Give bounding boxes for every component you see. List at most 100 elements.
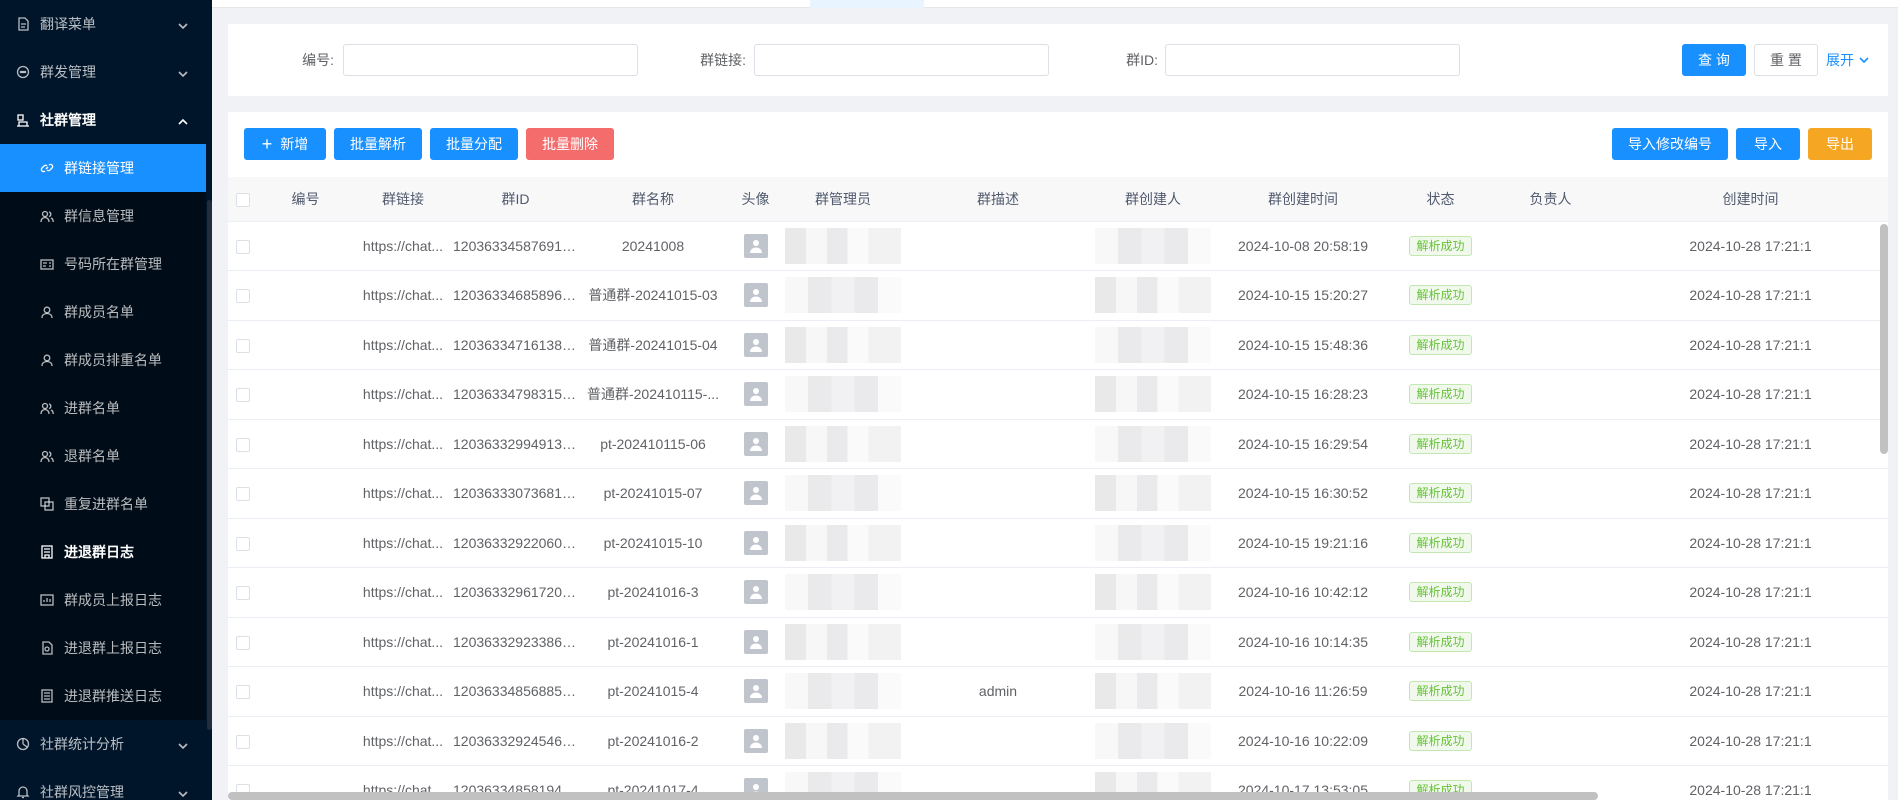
table-row[interactable]: https://chat...1203633458769126502024100… (228, 221, 1888, 271)
import-modify-button[interactable]: 导入修改编号 (1612, 128, 1728, 160)
column-header: 头像 (728, 177, 783, 222)
column-header: 群ID (453, 177, 578, 222)
reset-button[interactable]: 重 置 (1754, 44, 1818, 76)
row-checkbox[interactable] (236, 586, 250, 601)
link-cell[interactable]: https://chat... (353, 369, 453, 420)
active-tab-indicator[interactable] (810, 0, 924, 8)
blurred-admin (785, 277, 901, 314)
table-row[interactable]: https://chat...120363329245469804pt-2024… (228, 716, 1888, 766)
sidebar-group-15[interactable]: 社群统计分析 (0, 720, 206, 768)
table-row[interactable]: https://chat...120363347983157605普通群-202… (228, 369, 1888, 420)
creator-cell (1093, 518, 1213, 568)
link-cell[interactable]: https://chat... (353, 567, 453, 618)
table-row[interactable]: https://chat...120363346858963278普通群-202… (228, 270, 1888, 321)
row-checkbox[interactable] (236, 536, 250, 551)
avatar-cell (728, 567, 783, 618)
row-checkbox[interactable] (236, 289, 250, 304)
table-row[interactable]: https://chat...120363329220606244pt-2024… (228, 518, 1888, 568)
group-id-input[interactable] (1165, 44, 1460, 76)
batch-delete-button[interactable]: 批量删除 (526, 128, 614, 160)
table-row[interactable]: https://chat...120363329949133825pt-2024… (228, 419, 1888, 469)
avatar-cell (728, 468, 783, 519)
row-checkbox[interactable] (236, 388, 250, 403)
table-row[interactable]: https://chat...120363347161389481普通群-202… (228, 320, 1888, 370)
user-icon (40, 353, 54, 367)
sidebar-item-5[interactable]: 号码所在群管理 (0, 240, 206, 288)
table-row[interactable]: https://chat...120363329233867858pt-2024… (228, 617, 1888, 667)
group-id-cell: 120363329220606244 (453, 518, 578, 568)
sidebar-group-1[interactable]: 群发管理 (0, 48, 206, 96)
group-name-cell: 普通群-20241015-04 (578, 320, 728, 370)
link-cell[interactable]: https://chat... (353, 518, 453, 568)
sidebar-item-14[interactable]: 进退群推送日志 (0, 672, 206, 720)
link-cell[interactable]: https://chat... (353, 617, 453, 667)
link-cell[interactable]: https://chat... (353, 716, 453, 766)
sidebar-item-7[interactable]: 群成员排重名单 (0, 336, 206, 384)
table-row[interactable]: https://chat...120363348568851047pt-2024… (228, 666, 1888, 717)
column-header: 创建时间 (1613, 177, 1888, 222)
number-cell (258, 369, 353, 420)
row-checkbox[interactable] (236, 239, 250, 254)
number-input[interactable] (343, 44, 638, 76)
query-button[interactable]: 查 询 (1682, 44, 1746, 76)
export-button[interactable]: 导出 (1808, 128, 1872, 160)
import-button[interactable]: 导入 (1736, 128, 1800, 160)
row-checkbox[interactable] (236, 487, 250, 502)
tab-strip (212, 0, 1898, 8)
blurred-admin (785, 524, 901, 561)
admin-cell (783, 419, 903, 469)
select-all-checkbox[interactable] (236, 192, 250, 207)
sidebar-group-16[interactable]: 社群风控管理 (0, 768, 206, 800)
sidebar-item-11[interactable]: 进退群日志 (0, 528, 206, 576)
admin-cell (783, 567, 903, 618)
blurred-admin (785, 722, 901, 759)
link-input[interactable] (754, 44, 1049, 76)
link-cell[interactable]: https://chat... (353, 221, 453, 271)
sidebar-item-10[interactable]: 重复进群名单 (0, 480, 206, 528)
sidebar-item-13[interactable]: 进退群上报日志 (0, 624, 206, 672)
row-checkbox[interactable] (236, 338, 250, 353)
link-cell[interactable]: https://chat... (353, 666, 453, 717)
batch-assign-button[interactable]: 批量分配 (430, 128, 518, 160)
table-row[interactable]: https://chat...120363329617209621pt-2024… (228, 567, 1888, 618)
create-time-cell: 2024-10-28 17:21:1 (1613, 369, 1888, 420)
group-id-cell: 120363347983157605 (453, 369, 578, 420)
sidebar-scrollbar[interactable] (207, 200, 212, 730)
link-cell[interactable]: https://chat... (353, 468, 453, 519)
creator-cell (1093, 419, 1213, 469)
link-cell[interactable]: https://chat... (353, 419, 453, 469)
stats-icon (16, 737, 30, 751)
table-row[interactable]: https://chat...120363330736814483pt-2024… (228, 468, 1888, 519)
expand-link[interactable]: 展开 (1826, 44, 1870, 76)
sidebar-item-label: 群成员名单 (64, 304, 134, 320)
plus-icon: + (261, 134, 273, 154)
sidebar-item-6[interactable]: 群成员名单 (0, 288, 206, 336)
sidebar-item-8[interactable]: 进群名单 (0, 384, 206, 432)
add-button[interactable]: + 新增 (244, 128, 326, 160)
blurred-admin (785, 623, 901, 660)
sidebar-group-0[interactable]: 翻译菜单 (0, 0, 206, 48)
description-cell (903, 567, 1093, 618)
horizontal-scrollbar[interactable] (228, 792, 1598, 800)
number-label: 编号: (302, 52, 334, 68)
link-cell[interactable]: https://chat... (353, 270, 453, 321)
batch-parse-button[interactable]: 批量解析 (334, 128, 422, 160)
avatar-icon (743, 728, 768, 753)
sidebar-group-2[interactable]: 社群管理 (0, 96, 206, 144)
row-checkbox[interactable] (236, 685, 250, 700)
sidebar-item-12[interactable]: 群成员上报日志 (0, 576, 206, 624)
select-all-cell[interactable] (228, 177, 258, 222)
creator-cell (1093, 617, 1213, 667)
vertical-scrollbar[interactable] (1880, 224, 1888, 454)
row-checkbox[interactable] (236, 437, 250, 452)
sidebar-item-4[interactable]: 群信息管理 (0, 192, 206, 240)
link-cell[interactable]: https://chat... (353, 320, 453, 370)
row-checkbox[interactable] (236, 734, 250, 749)
avatar-icon (743, 530, 768, 555)
sidebar-item-9[interactable]: 退群名单 (0, 432, 206, 480)
sidebar-item-3[interactable]: 群链接管理 (0, 144, 206, 192)
description-cell (903, 617, 1093, 667)
create-time-cell: 2024-10-28 17:21:1 (1613, 716, 1888, 766)
row-checkbox[interactable] (236, 635, 250, 650)
add-button-label: 新增 (280, 136, 309, 152)
